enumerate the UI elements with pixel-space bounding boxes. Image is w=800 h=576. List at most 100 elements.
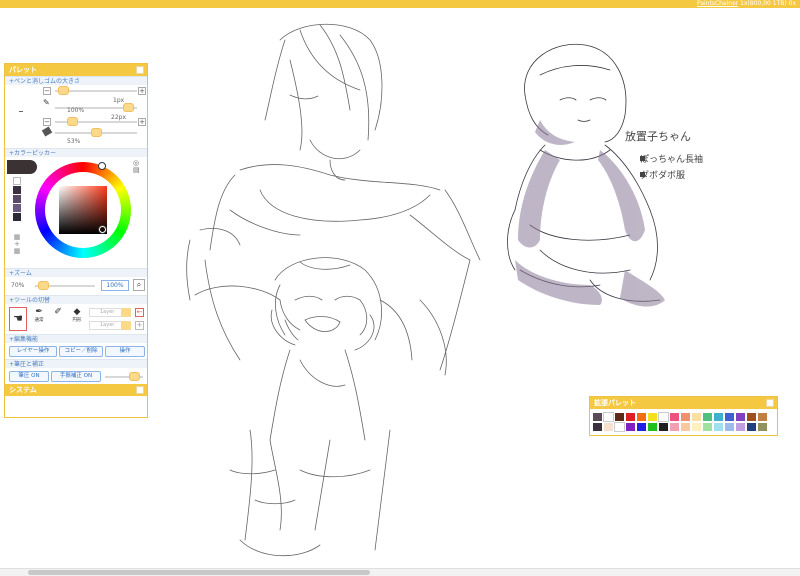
palette-title: パレット: [9, 66, 37, 74]
color-swatch[interactable]: [746, 422, 757, 432]
color-swatch[interactable]: [746, 412, 757, 422]
history-swatch[interactable]: [13, 195, 21, 203]
color-swatch[interactable]: [735, 412, 746, 422]
horizontal-scrollbar[interactable]: [0, 568, 800, 576]
color-swatch[interactable]: [724, 422, 735, 432]
sv-cursor[interactable]: [99, 226, 106, 233]
color-swatch[interactable]: [603, 422, 614, 432]
collapse-box[interactable]: [136, 386, 144, 394]
color-swatch[interactable]: [636, 422, 647, 432]
collapse-box[interactable]: [136, 66, 144, 74]
system-header[interactable]: システム: [5, 384, 147, 396]
color-swatch[interactable]: [592, 422, 603, 432]
arrow-left-icon[interactable]: ←: [135, 308, 144, 317]
hue-cursor[interactable]: [98, 162, 106, 170]
copy-delete-button[interactable]: コピー／削除: [59, 346, 103, 357]
pressure-section[interactable]: +筆圧と補正: [5, 359, 147, 368]
brush-preview-dot: [19, 111, 23, 112]
stabilizer-knob[interactable]: [129, 372, 140, 381]
eraser-opacity-slider[interactable]: [41, 126, 147, 139]
swatch-tools[interactable]: ▦ + ▦: [12, 234, 22, 256]
layer-knob[interactable]: [121, 308, 131, 317]
pen-size-slider[interactable]: − +: [43, 85, 147, 97]
color-swatch[interactable]: [669, 412, 680, 422]
color-swatch[interactable]: [614, 412, 625, 422]
history-swatch[interactable]: [13, 204, 21, 212]
dropper-tool-icon[interactable]: ✐: [51, 307, 65, 331]
hue-ring[interactable]: [35, 162, 131, 258]
palette-panel: パレット +ペンと消しゴムの大きさ − + 1px ✎ 100% − + 22p…: [4, 63, 148, 418]
hand-tool-icon[interactable]: ☚: [9, 307, 27, 331]
picker-mode-icon[interactable]: ◎ ▤: [133, 160, 145, 180]
color-swatch[interactable]: [647, 412, 658, 422]
slider-group: − + 1px ✎ 100% − + 22px 53%: [41, 85, 147, 145]
color-swatch[interactable]: [691, 422, 702, 432]
scrollbar-thumb[interactable]: [28, 570, 370, 575]
layer-knob[interactable]: [121, 321, 131, 330]
pen-size-controls: − + 1px ✎ 100% − + 22px 53%: [5, 85, 147, 145]
current-color[interactable]: [7, 160, 37, 174]
minus-button[interactable]: −: [43, 118, 51, 126]
minus-button[interactable]: −: [43, 87, 51, 95]
color-swatch[interactable]: [636, 412, 647, 422]
tool-switch: ☚ ✒ 通常 ✐ ◆ 円形 1ayer 1ayer ← +: [5, 304, 147, 334]
edit-section[interactable]: +編集機能: [5, 334, 147, 343]
pressure-button[interactable]: 筆圧 ON: [9, 371, 49, 382]
zoom-search-icon[interactable]: ⌕: [133, 279, 145, 291]
plus-icon[interactable]: +: [135, 321, 144, 330]
history-swatch[interactable]: [13, 213, 21, 221]
history-swatch[interactable]: [13, 186, 21, 194]
plus-button[interactable]: +: [138, 87, 146, 95]
extended-palette: 拡張パレット: [589, 396, 778, 436]
color-swatch[interactable]: [669, 422, 680, 432]
zoom-input[interactable]: 100%: [101, 280, 129, 291]
top-info: PaintsChainer 1x(800,00 1TB) 0x: [697, 0, 796, 8]
color-swatch[interactable]: [592, 412, 603, 422]
slider-knob[interactable]: [123, 103, 134, 112]
color-swatch[interactable]: [647, 422, 658, 432]
stabilizer-button[interactable]: 手振補正 ON: [51, 371, 101, 382]
note-title: 放置子ちゃん: [625, 129, 691, 143]
slider-knob[interactable]: [67, 117, 78, 126]
color-swatch[interactable]: [625, 412, 636, 422]
color-swatch[interactable]: [702, 422, 713, 432]
color-swatch[interactable]: [680, 422, 691, 432]
ext-palette-header[interactable]: 拡張パレット: [590, 397, 777, 409]
color-swatch[interactable]: [757, 412, 768, 422]
zoom-section[interactable]: +ズーム: [5, 268, 147, 277]
color-swatch[interactable]: [713, 422, 724, 432]
color-swatch[interactable]: [713, 412, 724, 422]
color-swatch[interactable]: [658, 422, 669, 432]
color-swatch[interactable]: [658, 412, 669, 422]
history-swatch[interactable]: [13, 177, 21, 185]
color-swatch[interactable]: [735, 422, 746, 432]
eraser-icon: [41, 126, 53, 137]
tool-switch-section[interactable]: +ツールの切替: [5, 295, 147, 304]
collapse-box[interactable]: [766, 399, 774, 407]
pen-icon: ✎: [43, 98, 50, 107]
color-picker-section[interactable]: +カラーピッカー: [5, 148, 147, 157]
color-swatch[interactable]: [603, 412, 614, 422]
color-swatch[interactable]: [702, 412, 713, 422]
color-swatch[interactable]: [757, 422, 768, 432]
pen-tool[interactable]: ✒ 通常: [31, 307, 47, 331]
eraser-size-value: 22px: [111, 114, 126, 121]
slider-knob[interactable]: [58, 86, 69, 95]
color-swatch[interactable]: [625, 422, 636, 432]
color-swatch[interactable]: [614, 422, 625, 432]
color-swatch[interactable]: [680, 412, 691, 422]
color-swatch[interactable]: [691, 412, 702, 422]
layer-op-button[interactable]: レイヤー操作: [9, 346, 57, 357]
eraser-tool-icon: ◆: [73, 307, 81, 317]
palette-header[interactable]: パレット: [5, 64, 147, 76]
slider-knob[interactable]: [91, 128, 102, 137]
color-swatch[interactable]: [724, 412, 735, 422]
plus-button[interactable]: +: [138, 118, 146, 126]
canvas-info: 1x(800,00 1TB) 0x: [740, 0, 796, 7]
zoom-knob[interactable]: [38, 281, 49, 290]
eraser-tool[interactable]: ◆ 円形: [69, 307, 85, 331]
app-link[interactable]: PaintsChainer: [697, 0, 738, 7]
operation-button[interactable]: 操作: [105, 346, 145, 357]
pen-size-section[interactable]: +ペンと消しゴムの大きさ: [5, 76, 147, 85]
pen-opacity-slider[interactable]: ✎: [43, 97, 147, 112]
